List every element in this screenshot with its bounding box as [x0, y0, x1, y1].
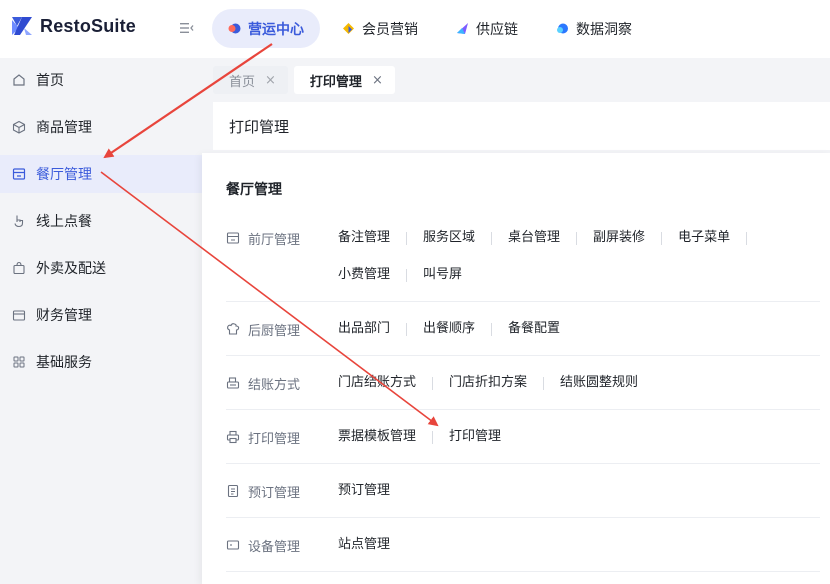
page-tab-print[interactable]: 打印管理 × — [293, 66, 395, 94]
data-icon — [556, 22, 569, 35]
box-icon — [12, 120, 26, 134]
top-tab-member[interactable]: 会员营销 — [326, 9, 434, 48]
menu-collapse-icon[interactable] — [180, 22, 194, 38]
menu-link-prep-config[interactable]: 备餐配置 — [475, 319, 560, 339]
sidebar-item-label: 线上点餐 — [36, 214, 92, 230]
menu-link-store-discount[interactable]: 门店折扣方案 — [416, 373, 527, 393]
page-tab-home[interactable]: 首页 × — [213, 66, 288, 94]
menu-link-call-screen[interactable]: 叫号屏 — [390, 265, 462, 285]
member-icon — [342, 22, 355, 35]
menu-link-remarks[interactable]: 备注管理 — [338, 228, 390, 248]
menu-link-table[interactable]: 桌台管理 — [475, 228, 560, 248]
page-title-bar: 打印管理 — [213, 102, 830, 150]
group-label-text: 打印管理 — [248, 431, 301, 447]
app-logo[interactable]: RestoSuite — [10, 14, 136, 38]
printer-icon — [226, 430, 240, 444]
restosuite-logo-icon — [10, 14, 34, 38]
folder-icon — [12, 308, 26, 322]
top-tab-label: 营运中心 — [248, 21, 304, 38]
top-bar: RestoSuite 营运中心 会员营销 供应链 数据洞察 — [0, 0, 830, 58]
chef-hat-icon — [226, 322, 240, 336]
sidebar-item-label: 餐厅管理 — [36, 167, 92, 183]
group-label: 打印管理 — [226, 427, 300, 447]
page-title: 打印管理 — [229, 117, 290, 136]
top-tab-data[interactable]: 数据洞察 — [540, 9, 648, 48]
restaurant-menu-panel: 餐厅管理 前厅管理 备注管理 服务区域 桌台管理 副屏装修 电子菜单 小费管理 … — [202, 153, 830, 584]
group-label-text: 预订管理 — [248, 485, 301, 501]
menu-group-reservation: 预订管理 预订管理 — [226, 481, 820, 518]
top-tab-label: 数据洞察 — [576, 21, 632, 38]
menu-group-kitchen: 后厨管理 出品部门 出餐顺序 备餐配置 — [226, 319, 820, 356]
sidebar-item-label: 基础服务 — [36, 355, 92, 371]
sidebar-item-label: 商品管理 — [36, 120, 92, 136]
top-tab-operations[interactable]: 营运中心 — [212, 9, 320, 48]
menu-link-receipt-template[interactable]: 票据模板管理 — [338, 427, 416, 447]
device-icon — [226, 538, 240, 552]
sidebar-item-label: 首页 — [36, 73, 64, 89]
top-tab-label: 会员营销 — [362, 21, 418, 38]
store-icon — [12, 167, 26, 181]
menu-link-store-checkout[interactable]: 门店结账方式 — [338, 373, 416, 393]
menu-link-secondary-screen[interactable]: 副屏装修 — [560, 228, 645, 248]
menu-group-front: 前厅管理 备注管理 服务区域 桌台管理 副屏装修 电子菜单 小费管理 叫号屏 — [226, 228, 820, 302]
menu-group-print: 打印管理 票据模板管理 打印管理 — [226, 427, 820, 464]
page-tab-label: 首页 — [229, 74, 256, 90]
close-icon[interactable]: × — [265, 73, 276, 88]
group-label-text: 结账方式 — [248, 377, 301, 393]
home-icon — [12, 73, 26, 87]
menu-link-rounding-rules[interactable]: 结账圆整规则 — [527, 373, 638, 393]
group-label: 结账方式 — [226, 373, 300, 393]
menu-link-station[interactable]: 站点管理 — [338, 535, 390, 555]
page-tabs: 首页 × 打印管理 × — [213, 66, 395, 94]
menu-link-service-area[interactable]: 服务区域 — [390, 228, 475, 248]
menu-link-print-management[interactable]: 打印管理 — [416, 427, 501, 447]
group-label: 后厨管理 — [226, 319, 300, 339]
top-tab-label: 供应链 — [476, 21, 518, 38]
sidebar-item-label: 外卖及配送 — [36, 261, 106, 277]
sidebar: 首页 商品管理 餐厅管理 线上点餐 外卖及配送 财务管理 基础服务 — [0, 58, 202, 584]
group-label-text: 设备管理 — [248, 539, 301, 555]
bag-icon — [12, 261, 26, 275]
group-label: 设备管理 — [226, 535, 300, 555]
grid-icon — [12, 355, 26, 369]
storefront-icon — [226, 231, 240, 245]
sidebar-item-delivery[interactable]: 外卖及配送 — [0, 249, 202, 287]
pointer-icon — [12, 214, 26, 228]
menu-group-checkout: 结账方式 门店结账方式 门店折扣方案 结账圆整规则 — [226, 373, 820, 410]
operations-icon — [228, 22, 241, 35]
panel-title: 餐厅管理 — [226, 182, 282, 198]
menu-group-device: 设备管理 站点管理 — [226, 535, 820, 572]
menu-link-reservation[interactable]: 预订管理 — [338, 481, 390, 501]
menu-link-e-menu[interactable]: 电子菜单 — [645, 228, 747, 248]
group-label: 前厅管理 — [226, 228, 300, 248]
app-name: RestoSuite — [40, 15, 137, 36]
group-label-text: 后厨管理 — [248, 323, 301, 339]
close-icon[interactable]: × — [372, 73, 383, 88]
group-label: 预订管理 — [226, 481, 300, 501]
supply-icon — [456, 22, 469, 35]
menu-link-tips[interactable]: 小费管理 — [338, 265, 390, 285]
page-tab-label: 打印管理 — [309, 74, 362, 90]
menu-link-serving-order[interactable]: 出餐顺序 — [390, 319, 475, 339]
sidebar-item-basic-services[interactable]: 基础服务 — [0, 343, 202, 381]
sidebar-item-restaurant[interactable]: 餐厅管理 — [0, 155, 202, 193]
reservation-icon — [226, 484, 240, 498]
sidebar-item-online-order[interactable]: 线上点餐 — [0, 202, 202, 240]
group-label-text: 前厅管理 — [248, 232, 301, 248]
sidebar-item-label: 财务管理 — [36, 308, 92, 324]
cashier-icon — [226, 376, 240, 390]
sidebar-item-products[interactable]: 商品管理 — [0, 108, 202, 146]
sidebar-item-home[interactable]: 首页 — [0, 61, 202, 99]
sidebar-item-finance[interactable]: 财务管理 — [0, 296, 202, 334]
menu-link-production-dept[interactable]: 出品部门 — [338, 319, 390, 339]
top-tab-supply[interactable]: 供应链 — [440, 9, 534, 48]
